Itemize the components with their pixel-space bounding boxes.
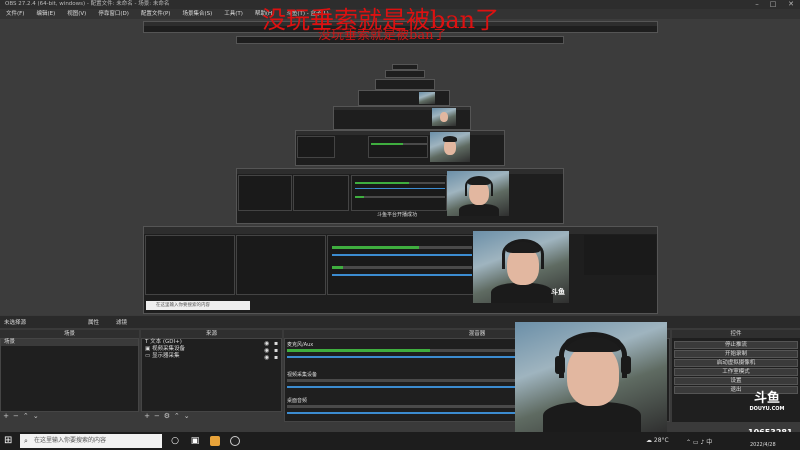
headphone-right-icon	[621, 356, 631, 374]
source-item-display[interactable]: ▭ 显示器采集	[142, 353, 281, 360]
eye-icon[interactable]: ◉	[264, 354, 269, 361]
source-label: 文本 (GDI+)	[150, 339, 182, 345]
webcam-nested-1: 斗鱼	[473, 231, 569, 303]
menu-edit[interactable]: 编辑(E)	[30, 9, 61, 19]
remove-scene-icon[interactable]: −	[12, 412, 20, 420]
remove-source-icon[interactable]: −	[153, 412, 161, 420]
webcam-nested-3	[430, 132, 470, 162]
mixer-channel-label: 麦克风/Aux	[287, 342, 314, 348]
mixer-channel-label: 桌面音频	[287, 398, 308, 404]
stream-success-notice: 斗鱼平台开播成功	[377, 212, 418, 218]
start-recording-button[interactable]: 开始录制	[674, 350, 798, 358]
properties-button[interactable]: 属性	[88, 318, 99, 326]
source-label: 显示器采集	[151, 353, 180, 359]
sources-header: 来源	[141, 330, 282, 338]
nested-frame-3	[295, 130, 505, 166]
controls-header: 控件	[672, 330, 800, 338]
source-item-video[interactable]: ▣ 视频采集设备	[142, 346, 281, 353]
overlay-title-echo: 没玩垂索就是被ban了	[318, 28, 447, 43]
douyu-brand-text: DOUYU.COM	[749, 406, 785, 412]
move-up-icon[interactable]: ⌃	[22, 412, 30, 420]
task-view-icon[interactable]: ▣	[190, 436, 200, 446]
nested-frame-6	[375, 79, 435, 90]
douyu-logo-icon: 斗鱼	[753, 391, 780, 406]
studio-mode-button[interactable]: 工作室模式	[674, 368, 798, 376]
cortana-icon[interactable]: ○	[170, 436, 180, 446]
move-up-icon[interactable]: ⌃	[173, 412, 181, 420]
audio-meter-video	[287, 379, 517, 382]
menu-file[interactable]: 文件(F)	[0, 9, 30, 19]
close-icon[interactable]: ✕	[784, 0, 798, 9]
tray-icons[interactable]: ⌃ ▭ ♪ 中	[686, 437, 712, 446]
volume-slider-mic[interactable]	[287, 356, 517, 358]
source-toolbar: 未选择源 属性 滤镜	[0, 316, 800, 328]
taskbar-date: 2022/4/28	[750, 442, 776, 448]
webcam-nested-5	[419, 92, 435, 104]
eye-icon[interactable]: ◉	[264, 340, 269, 347]
scene-item[interactable]: 场景	[1, 339, 138, 346]
volume-slider-desktop[interactable]	[287, 412, 517, 414]
text-icon: T	[145, 339, 149, 345]
ime-indicator: 中	[706, 439, 713, 446]
move-down-icon[interactable]: ⌄	[183, 412, 191, 420]
obs-studio-icon[interactable]	[230, 436, 240, 446]
add-scene-icon[interactable]: +	[2, 412, 10, 420]
menu-profile[interactable]: 配置文件(P)	[135, 9, 177, 19]
settings-button[interactable]: 设置	[674, 377, 798, 385]
add-source-icon[interactable]: +	[143, 412, 151, 420]
source-label: 视频采集设备	[151, 346, 185, 352]
move-down-icon[interactable]: ⌄	[32, 412, 40, 420]
eye-icon[interactable]: ◉	[264, 347, 269, 354]
nested-frame-8	[392, 64, 418, 70]
mixer-channel-label: 视频采集设备	[287, 372, 318, 378]
scenes-dock: 场景 场景 + − ⌃ ⌄	[0, 330, 139, 422]
lock-icon[interactable]: ▪	[274, 347, 278, 354]
webcam-nested-4	[432, 108, 456, 126]
menu-tools[interactable]: 工具(T)	[218, 9, 249, 19]
maximize-icon[interactable]: □	[766, 0, 780, 9]
obs-app-icon[interactable]	[210, 436, 220, 446]
sources-dock: 来源 T 文本 (GDI+) ▣ 视频采集设备 ▭ 显示器采集 ◉ ◉ ◉ ▪ …	[141, 330, 282, 422]
gear-icon[interactable]: ⚙	[163, 412, 171, 420]
weather-temp: 28°C	[653, 437, 669, 444]
webcam-main	[515, 322, 667, 432]
search-icon: ⌕	[24, 437, 28, 445]
volume-slider-video[interactable]	[287, 386, 517, 388]
menu-view[interactable]: 视图(V)	[61, 9, 92, 19]
stop-streaming-button[interactable]: 停止推流	[674, 341, 798, 349]
weather-widget[interactable]: ☁ 28°C	[646, 437, 669, 444]
minimize-icon[interactable]: –	[750, 0, 764, 9]
monitor-icon: ▭	[145, 353, 151, 359]
nested-frame-1: 在这里输入你要搜索的内容	[143, 226, 658, 314]
no-source-label: 未选择源	[4, 320, 27, 326]
headphone-left-icon	[555, 356, 565, 374]
scenes-header: 场景	[0, 330, 139, 338]
lock-icon[interactable]: ▪	[274, 354, 278, 361]
audio-meter-desktop	[287, 405, 517, 408]
audio-meter-mic	[287, 349, 517, 352]
menu-scene-collection[interactable]: 场景集合(S)	[176, 9, 218, 19]
taskbar-search-input[interactable]: 在这里输入你要搜索的内容	[20, 434, 162, 448]
lock-icon[interactable]: ▪	[274, 340, 278, 347]
start-virtual-camera-button[interactable]: 启动虚拟摄像机	[674, 359, 798, 367]
nested-frame-7	[385, 70, 425, 78]
douyu-watermark: 斗鱼 DOUYU.COM	[742, 391, 792, 413]
filters-button[interactable]: 滤镜	[116, 318, 127, 326]
nested-frame-5	[358, 90, 450, 106]
camera-icon: ▣	[145, 346, 151, 352]
source-item-text[interactable]: T 文本 (GDI+)	[142, 339, 281, 346]
nested-search-box: 在这里输入你要搜索的内容	[146, 301, 250, 310]
menu-docks[interactable]: 停靠窗口(D)	[92, 9, 135, 19]
nested-frame-2: 斗鱼平台开播成功	[236, 168, 564, 224]
windows-start-icon[interactable]: ⊞	[4, 436, 14, 446]
webcam-nested-2	[447, 171, 509, 216]
